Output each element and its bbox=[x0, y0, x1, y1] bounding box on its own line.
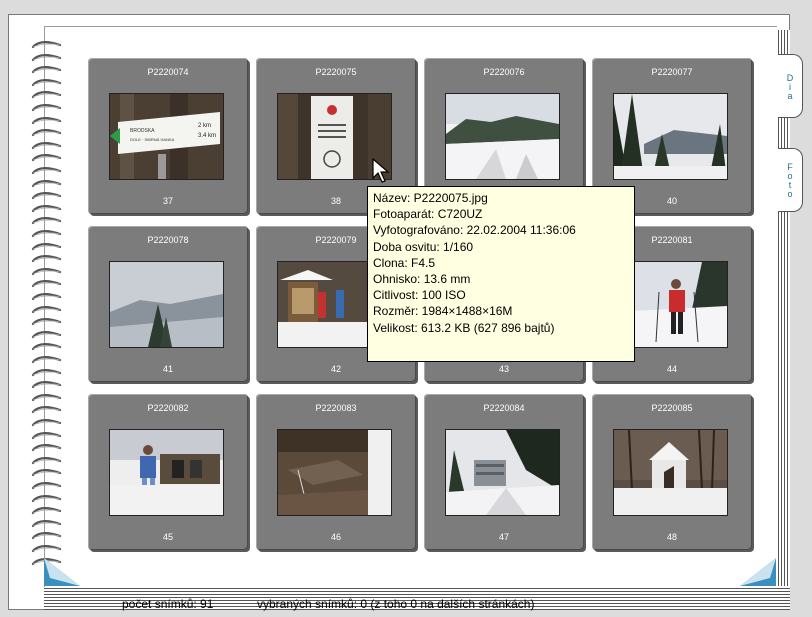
slide-thumbnail[interactable]: P2220074 BRODSKA DOLE · SIBRNÁ HANKA 2 k… bbox=[88, 58, 248, 214]
slide-number: 44 bbox=[666, 364, 677, 374]
spiral-ring bbox=[30, 506, 64, 516]
spiral-ring bbox=[30, 179, 64, 189]
tab-dia[interactable]: Dia bbox=[778, 54, 803, 118]
spiral-ring bbox=[30, 103, 64, 113]
spiral-ring bbox=[30, 317, 64, 327]
spiral-binding bbox=[30, 40, 66, 570]
slide-name: P2220084 bbox=[483, 403, 525, 413]
spiral-ring bbox=[30, 204, 64, 214]
tab-dia-label: Dia bbox=[785, 72, 795, 100]
sign-line2: DOLE · SIBRNÁ HANKA bbox=[130, 137, 175, 142]
sign-line1: BRODSKA bbox=[130, 128, 155, 134]
spiral-ring bbox=[30, 267, 64, 277]
spiral-ring bbox=[30, 78, 64, 88]
spiral-ring bbox=[30, 53, 64, 63]
photo-thumbnail bbox=[109, 261, 224, 348]
spiral-ring bbox=[30, 380, 64, 390]
tooltip-line: Citlivost: 100 ISO bbox=[373, 288, 466, 303]
slide-number: 41 bbox=[162, 364, 173, 374]
photo-thumbnail bbox=[613, 429, 728, 516]
tooltip-line: Ohnisko: 13.6 mm bbox=[373, 272, 471, 287]
slide-thumbnail[interactable]: P2220083 46 bbox=[256, 394, 416, 550]
spiral-ring bbox=[30, 166, 64, 176]
photo-info-tooltip: Název: P2220075.jpg Fotoaparát: C720UZ V… bbox=[367, 186, 635, 362]
spiral-ring bbox=[30, 191, 64, 201]
page-forward-corner[interactable] bbox=[740, 558, 776, 586]
slide-name: P2220078 bbox=[147, 235, 189, 245]
slide-name: P2220076 bbox=[483, 67, 525, 77]
photo-thumbnail: BRODSKA DOLE · SIBRNÁ HANKA 2 km 3.4 km bbox=[109, 93, 224, 180]
spiral-ring bbox=[30, 40, 64, 50]
spiral-ring bbox=[30, 229, 64, 239]
spiral-ring bbox=[30, 279, 64, 289]
slide-thumbnail[interactable]: P2220078 41 bbox=[88, 226, 248, 382]
spiral-ring bbox=[30, 405, 64, 415]
spiral-ring bbox=[30, 531, 64, 541]
spiral-ring bbox=[30, 544, 64, 554]
slide-count-label: počet snímků: 91 bbox=[122, 597, 214, 611]
sign-km1: 2 km bbox=[198, 123, 211, 129]
slide-number: 45 bbox=[162, 532, 173, 542]
slide-name: P2220083 bbox=[315, 403, 357, 413]
tooltip-line: Název: P2220075.jpg bbox=[373, 191, 488, 205]
spiral-ring bbox=[30, 443, 64, 453]
slide-number: 47 bbox=[498, 532, 509, 542]
spiral-ring bbox=[30, 456, 64, 466]
tooltip-line: Velikost: 613.2 KB (627 896 bajtů) bbox=[373, 320, 555, 335]
spiral-ring bbox=[30, 128, 64, 138]
photo-thumbnail bbox=[277, 429, 392, 516]
spiral-ring bbox=[30, 355, 64, 365]
slide-name: P2220074 bbox=[147, 67, 189, 77]
slide-name: P2220075 bbox=[315, 67, 357, 77]
slide-number: 48 bbox=[666, 532, 677, 542]
tooltip-line: Vyfotografováno: 22.02.2004 11:36:06 bbox=[373, 223, 576, 238]
spiral-ring bbox=[30, 481, 64, 491]
spiral-ring bbox=[30, 368, 64, 378]
tooltip-line: Doba osvitu: 1/160 bbox=[373, 239, 474, 254]
photo-thumbnail bbox=[613, 93, 728, 180]
spiral-ring bbox=[30, 116, 64, 126]
spiral-ring bbox=[30, 431, 64, 441]
slide-number: 46 bbox=[330, 532, 341, 542]
mouse-cursor-icon bbox=[372, 158, 390, 183]
spiral-ring bbox=[30, 342, 64, 352]
spiral-ring bbox=[30, 254, 64, 264]
spiral-ring bbox=[30, 141, 64, 151]
spiral-ring bbox=[30, 393, 64, 403]
spiral-ring bbox=[30, 330, 64, 340]
spiral-ring bbox=[30, 242, 64, 252]
photo-thumbnail bbox=[445, 429, 560, 516]
tab-foto-label: Foto bbox=[785, 162, 795, 198]
page-back-corner[interactable] bbox=[44, 558, 80, 586]
tooltip-line: Clona: F4.5 bbox=[373, 255, 436, 270]
slide-thumbnail[interactable]: P2220084 47 bbox=[424, 394, 584, 550]
spiral-ring bbox=[30, 153, 64, 163]
spiral-ring bbox=[30, 468, 64, 478]
tooltip-line: Rozměr: 1984×1488×16M bbox=[373, 304, 513, 319]
slide-name: P2220082 bbox=[147, 403, 189, 413]
spiral-ring bbox=[30, 292, 64, 302]
slide-thumbnail[interactable]: P2220082 45 bbox=[88, 394, 248, 550]
slide-number: 37 bbox=[162, 196, 173, 206]
selected-count-label: vybraných snímků: 0 (z toho 0 na dalších… bbox=[257, 597, 535, 611]
spiral-ring bbox=[30, 418, 64, 428]
sign-km2: 3.4 km bbox=[198, 133, 216, 139]
spiral-ring bbox=[30, 216, 64, 226]
spiral-ring bbox=[30, 494, 64, 504]
slide-number: 43 bbox=[498, 364, 509, 374]
tab-foto[interactable]: Foto bbox=[778, 148, 803, 212]
spiral-ring bbox=[30, 519, 64, 529]
photo-thumbnail bbox=[109, 429, 224, 516]
spiral-ring bbox=[30, 65, 64, 75]
slide-name: P2220085 bbox=[651, 403, 693, 413]
photo-thumbnail bbox=[445, 93, 560, 180]
slide-name: P2220077 bbox=[651, 67, 693, 77]
spiral-ring bbox=[30, 305, 64, 315]
tooltip-line: Fotoaparát: C720UZ bbox=[373, 207, 483, 222]
slide-thumbnail[interactable]: P2220085 48 bbox=[592, 394, 752, 550]
slide-number: 42 bbox=[330, 364, 341, 374]
spiral-ring bbox=[30, 90, 64, 100]
